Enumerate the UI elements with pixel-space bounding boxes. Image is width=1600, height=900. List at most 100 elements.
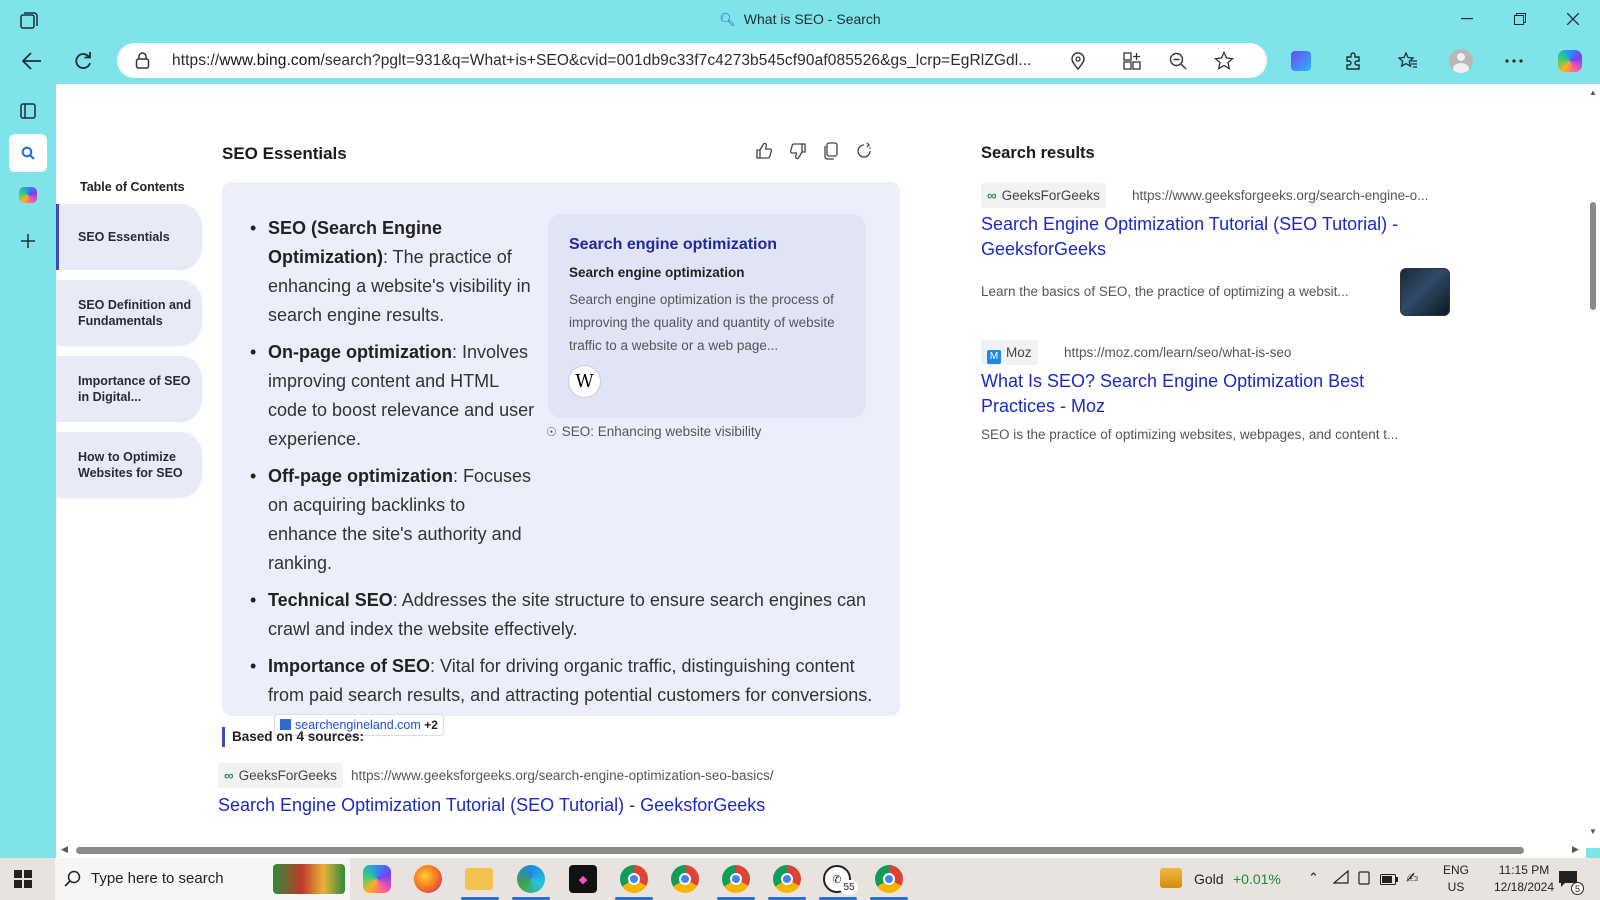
window-title: 🔍︎ What is SEO - Search <box>0 11 1600 28</box>
refresh-icon[interactable] <box>68 46 98 76</box>
close-button[interactable] <box>1550 6 1596 32</box>
extensions-icon[interactable] <box>1338 46 1368 76</box>
copilot-app-icon[interactable] <box>363 865 391 893</box>
clock[interactable]: 11:15 PM 12/18/2024 <box>1484 862 1564 896</box>
figma-icon[interactable]: ◆ <box>569 865 597 893</box>
thumbs-down-icon[interactable] <box>787 140 809 162</box>
wiki-heading[interactable]: Search engine optimization <box>569 236 777 254</box>
result-title-line[interactable]: Practices - Moz <box>981 396 1105 416</box>
source-link[interactable]: Search Engine Optimization Tutorial (SEO… <box>218 793 765 818</box>
device-icon[interactable] <box>1357 870 1371 891</box>
taskbar-search-placeholder[interactable]: Type here to search <box>91 870 224 887</box>
zoom-out-icon[interactable] <box>1167 50 1189 72</box>
bullet-item: Importance of SEO: Vital for driving org… <box>248 652 878 739</box>
show-hidden-icons-icon[interactable]: ⌃ <box>1308 870 1319 886</box>
source-url[interactable]: https://www.geeksforgeeks.org/search-eng… <box>351 768 773 783</box>
minimize-button[interactable] <box>1444 6 1490 32</box>
title-bar: 🔍︎ What is SEO - Search <box>0 0 1600 38</box>
more-options-icon[interactable] <box>1499 46 1529 76</box>
file-explorer-icon[interactable] <box>465 868 493 890</box>
result-link-title[interactable]: What Is SEO? Search Engine Optimization … <box>981 369 1364 419</box>
chrome-icon[interactable] <box>671 865 699 893</box>
vertical-scrollbar[interactable]: ▲ ▼ <box>1586 84 1600 848</box>
scroll-up-icon[interactable]: ▲ <box>1589 88 1597 97</box>
windows-start-icon[interactable] <box>14 870 32 888</box>
result-link-title[interactable]: Search Engine Optimization Tutorial (SEO… <box>981 212 1398 262</box>
toc-item-seo-definition[interactable]: SEO Definition and Fundamentals <box>56 280 202 346</box>
profile-avatar[interactable] <box>1446 46 1476 76</box>
address-bar[interactable]: https://www.bing.com/search?pglt=931&q=W… <box>117 43 1267 78</box>
sidebar-copilot-icon[interactable] <box>9 176 47 214</box>
search-highlight-gifts-icon[interactable] <box>273 864 345 894</box>
stock-name[interactable]: Gold <box>1194 871 1224 887</box>
result-title-line[interactable]: Search Engine Optimization Tutorial (SEO… <box>981 214 1398 234</box>
geeksforgeeks-logo-icon: ∞ <box>987 188 997 203</box>
gold-stock-icon[interactable] <box>1160 868 1182 888</box>
wiki-description: Search engine optimization is the proces… <box>569 292 835 353</box>
toc-item-importance[interactable]: Importance of SEO in Digital... <box>56 356 202 422</box>
result-site-name: Moz <box>1006 345 1032 360</box>
scroll-down-icon[interactable]: ▼ <box>1589 827 1597 836</box>
vertical-scroll-thumb[interactable] <box>1590 202 1596 310</box>
browser-essentials-icon[interactable] <box>1286 46 1316 76</box>
regenerate-icon[interactable] <box>853 140 875 162</box>
bullet-key: Importance of SEO <box>268 656 431 676</box>
result-site-name: GeeksForGeeks <box>1001 188 1100 203</box>
taskbar: Type here to search ◆ ✆ 55 Gold +0.01% ⌃… <box>0 858 1600 900</box>
tab-actions-icon[interactable] <box>9 92 47 130</box>
horizontal-scroll-thumb[interactable] <box>76 847 1524 854</box>
result-thumbnail[interactable] <box>1400 268 1450 316</box>
favorites-icon[interactable] <box>1393 46 1423 76</box>
taskbar-search[interactable]: Type here to search <box>55 858 350 900</box>
copy-icon[interactable] <box>820 140 842 162</box>
language-indicator[interactable]: ENG US <box>1436 862 1476 896</box>
notification-count: 5 <box>1571 882 1584 895</box>
restore-button[interactable] <box>1497 6 1543 32</box>
sidebar-search-icon[interactable] <box>9 134 47 172</box>
chrome-profile-2-icon[interactable] <box>773 865 801 893</box>
bullet-key: Technical SEO <box>268 590 393 610</box>
source-site-chip[interactable]: ∞ GeeksForGeeks <box>218 763 343 788</box>
toc-item-how-to-optimize[interactable]: How to Optimize Websites for SEO <box>56 432 202 498</box>
wiki-subheading: Search engine optimization <box>569 265 745 280</box>
result-title-line[interactable]: GeeksforGeeks <box>981 239 1106 259</box>
scroll-right-icon[interactable]: ▶ <box>1572 844 1579 855</box>
source-site-name: GeeksForGeeks <box>238 768 337 783</box>
search-results-title: Search results <box>981 144 1095 162</box>
scroll-left-icon[interactable]: ◀ <box>61 844 68 855</box>
horizontal-scrollbar[interactable]: ◀ ▶ <box>56 842 1586 858</box>
add-sidebar-app-icon[interactable] <box>9 222 47 260</box>
bullet-item: Off-page optimization: Focuses on acquir… <box>248 462 878 578</box>
app-available-icon[interactable] <box>1121 50 1143 72</box>
result-url[interactable]: https://www.geeksforgeeks.org/search-eng… <box>1132 188 1428 203</box>
caption-text: SEO: Enhancing website visibility <box>561 424 762 439</box>
region-text: US <box>1447 880 1465 894</box>
edge-icon[interactable] <box>517 865 545 893</box>
copilot-icon[interactable] <box>1555 46 1585 76</box>
result-description: SEO is the practice of optimizing websit… <box>981 427 1399 442</box>
window-title-text: What is SEO - Search <box>743 11 881 27</box>
thumbs-up-icon[interactable] <box>753 140 775 162</box>
toc-item-seo-essentials[interactable]: SEO Essentials <box>56 204 202 270</box>
result-site-chip[interactable]: ∞ GeeksForGeeks <box>981 183 1106 208</box>
wikipedia-card[interactable]: Search engine optimization Search engine… <box>548 214 866 418</box>
lock-icon[interactable] <box>135 52 150 74</box>
chrome-profile-a-icon[interactable] <box>875 865 903 893</box>
result-title-line[interactable]: What Is SEO? Search Engine Optimization … <box>981 371 1364 391</box>
chrome-profile-m-icon[interactable] <box>722 865 750 893</box>
result-site-chip[interactable]: M Moz <box>981 340 1038 365</box>
url-text[interactable]: https://www.bing.com/search?pglt=931&q=W… <box>172 52 1062 70</box>
firefox-icon[interactable] <box>414 865 442 893</box>
stock-change[interactable]: +0.01% <box>1233 871 1281 887</box>
whatsapp-badge: 55 <box>840 880 858 895</box>
network-icon[interactable] <box>1332 869 1349 889</box>
location-icon[interactable] <box>1067 50 1089 72</box>
back-icon[interactable] <box>17 46 47 76</box>
answer-title: SEO Essentials <box>222 144 347 163</box>
chrome-profile-icon[interactable] <box>620 865 648 893</box>
battery-icon[interactable] <box>1380 872 1398 890</box>
favorite-star-icon[interactable] <box>1213 50 1235 72</box>
pen-icon[interactable]: ✍ <box>1406 869 1419 887</box>
bullet-key: Off-page optimization <box>268 466 453 486</box>
result-url[interactable]: https://moz.com/learn/seo/what-is-seo <box>1064 345 1291 360</box>
